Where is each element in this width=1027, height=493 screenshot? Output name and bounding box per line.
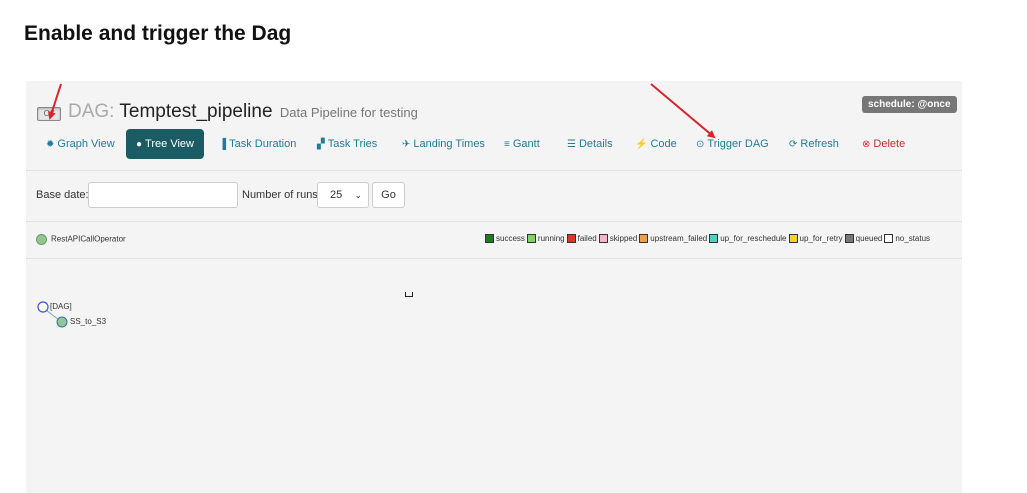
- tab-graph-view[interactable]: ✹ Graph View: [46, 129, 115, 159]
- tab-code[interactable]: ⚡ Code: [635, 129, 677, 159]
- tab-task-tries[interactable]: ▞ Task Tries: [317, 129, 377, 159]
- legend-label: up_for_retry: [799, 234, 843, 243]
- legend-label: no_status: [895, 234, 931, 243]
- legend-label: queued: [855, 234, 883, 243]
- base-date-input[interactable]: [88, 182, 238, 208]
- tab-landing-times[interactable]: ✈ Landing Times: [402, 129, 485, 159]
- bar-chart-icon: ▐: [219, 139, 227, 150]
- divider: [26, 221, 962, 222]
- legend-swatch: [485, 234, 494, 244]
- airflow-screenshot: Off DAG: Temptest_pipeline Data Pipeline…: [26, 81, 962, 493]
- legend-item-upstream-failed: upstream_failed: [639, 234, 708, 244]
- copy-icon: ▞: [317, 139, 325, 150]
- legend-label: running: [537, 234, 565, 243]
- refresh-button[interactable]: ⟳ Refresh: [789, 129, 839, 159]
- legend-swatch: [639, 234, 649, 244]
- legend-label: up_for_reschedule: [720, 234, 787, 243]
- divider: [26, 170, 962, 171]
- legend-swatch: [844, 234, 854, 244]
- dag-root-label: [DAG]: [50, 302, 72, 311]
- bolt-icon: ⚡: [635, 139, 648, 150]
- legend-label: success: [496, 234, 525, 243]
- runs-label: Number of runs:: [242, 189, 321, 201]
- trigger-dag-button[interactable]: ⊙ Trigger DAG: [696, 129, 769, 159]
- legend-label: failed: [577, 234, 597, 243]
- dag-pause-toggle[interactable]: Off: [37, 107, 61, 121]
- tree-view-canvas: [DAG] SS_to_S3: [26, 291, 426, 351]
- task-node[interactable]: [56, 316, 68, 328]
- refresh-icon: ⟳: [789, 139, 798, 150]
- legend-item-queued: queued: [844, 234, 883, 244]
- divider: [26, 258, 962, 259]
- legend-swatch: [526, 234, 536, 244]
- task-label: SS_to_S3: [70, 317, 107, 326]
- cursor-icon: [405, 292, 413, 297]
- legend-item-running: running: [526, 234, 565, 244]
- base-date-label: Base date:: [36, 189, 89, 201]
- legend-item-success: success: [485, 234, 525, 244]
- legend-swatch: [788, 234, 798, 244]
- runs-select[interactable]: 25 ⌄: [317, 182, 369, 208]
- dag-description: Data Pipeline for testing: [279, 105, 418, 120]
- legend-item-no-status: no_status: [884, 234, 931, 244]
- legend-label: skipped: [609, 234, 638, 243]
- tree-edge: [45, 309, 60, 321]
- operator-color-swatch: [36, 234, 47, 245]
- go-button[interactable]: Go: [372, 182, 405, 208]
- tree-graph: [37, 301, 68, 328]
- legend-swatch: [709, 234, 719, 244]
- legend-swatch: [598, 234, 608, 244]
- dag-root-node[interactable]: [37, 301, 49, 313]
- tab-tree-view[interactable]: ● Tree View: [126, 129, 204, 159]
- tab-task-duration[interactable]: ▐ Task Duration: [219, 129, 296, 159]
- delete-circle-icon: ⊗: [862, 139, 871, 150]
- operator-legend: RestAPICallOperator: [36, 234, 126, 245]
- tab-details[interactable]: ☰ Details: [567, 129, 613, 159]
- delete-button[interactable]: ⊗ Delete: [862, 129, 905, 159]
- legend-swatch: [884, 234, 894, 244]
- tree-icon: ●: [136, 139, 143, 150]
- legend-item-up-for-retry: up_for_retry: [788, 234, 843, 244]
- tab-gantt[interactable]: ≡ Gantt: [504, 129, 540, 159]
- schedule-badge: schedule: @once: [862, 96, 957, 113]
- list-icon: ☰: [567, 139, 576, 150]
- plane-icon: ✈: [402, 139, 411, 150]
- legend-item-skipped: skipped: [598, 234, 638, 244]
- graph-icon: ✹: [46, 139, 55, 150]
- legend-item-failed: failed: [566, 234, 597, 244]
- chevron-down-icon: ⌄: [354, 190, 362, 200]
- gantt-icon: ≡: [504, 139, 510, 150]
- document-heading: Enable and trigger the Dag: [24, 22, 292, 45]
- runs-value: 25: [330, 189, 343, 201]
- legend-item-up-for-reschedule: up_for_reschedule: [709, 234, 787, 244]
- play-circle-icon: ⊙: [696, 139, 705, 150]
- dag-label-prefix: DAG:: [68, 101, 115, 122]
- state-legend: success running failed skipped upstream_fail…: [483, 234, 931, 244]
- dag-name: Temptest_pipeline: [119, 101, 273, 122]
- dag-title: DAG: Temptest_pipeline Data Pipeline for…: [68, 101, 418, 123]
- legend-label: upstream_failed: [650, 234, 708, 243]
- legend-swatch: [566, 234, 576, 244]
- operator-label: RestAPICallOperator: [51, 234, 126, 244]
